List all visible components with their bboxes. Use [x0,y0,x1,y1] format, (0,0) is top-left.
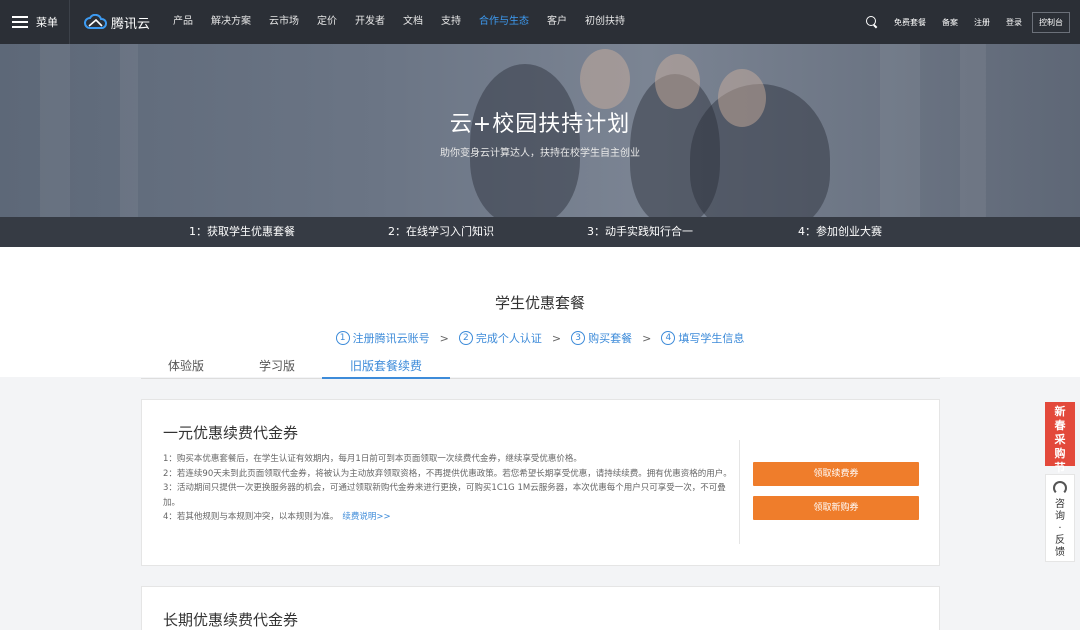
program-step-3[interactable]: 3：动手实践知行合一 [587,217,693,247]
tab-legacy-renewal[interactable]: 旧版套餐续费 [322,355,450,379]
flow-step-label: 注册腾讯云账号 [352,332,430,345]
banner-person-figure [470,64,580,217]
nav-item-pricing[interactable]: 定价 [308,0,346,44]
promo-char: 春 [1054,419,1066,432]
consult-feedback-button[interactable]: 咨 询 · 反 馈 [1045,474,1075,562]
flow-step-number: 4 [661,331,676,345]
login-link[interactable]: 登录 [1006,17,1022,28]
nav-item-solutions[interactable]: 解决方案 [202,0,260,44]
logo[interactable]: 腾讯云 [84,13,150,32]
feedback-char: 反 [1055,535,1065,546]
nav-item-developers[interactable]: 开发者 [346,0,394,44]
flow-step-number: 3 [571,331,586,345]
logo-text: 腾讯云 [111,16,151,32]
promo-char: 采 [1054,433,1066,446]
spring-sale-float-button[interactable]: 新 春 采 购 节 [1045,402,1075,474]
program-step-4[interactable]: 4：参加创业大赛 [798,217,882,247]
record-link[interactable]: 备案 [942,17,958,28]
rules-text: 1：购买本优惠套餐后，在学生认证有效期内，每月1日前可到本页面领取一次续费代金券… [163,452,733,525]
feedback-char: 咨 [1055,499,1065,510]
claim-renewal-voucher-button[interactable]: 领取续费券 [753,462,919,486]
feedback-char: · [1058,523,1062,534]
long-term-voucher-card: 长期优惠续费代金券 [141,586,940,630]
flow-step-number: 2 [458,331,473,345]
nav-item-docs[interactable]: 文档 [394,0,432,44]
flow-step-purchase[interactable]: 3 购买套餐 [571,330,632,346]
package-tabs: 体验版 学习版 旧版套餐续费 [141,355,940,379]
main-menu: 产品 解决方案 云市场 定价 开发者 文档 支持 合作与生态 客户 初创扶持 [164,0,634,44]
top-navbar: 菜单 腾讯云 产品 解决方案 云市场 定价 开发者 文档 支持 合作与生态 客户… [0,0,1080,44]
banner-title: 云+校园扶持计划 [449,112,631,137]
promo-char: 节 [1054,461,1066,474]
console-button[interactable]: 控制台 [1032,11,1070,33]
headset-icon [1053,481,1067,495]
promo-char: 新 [1054,405,1066,418]
feedback-char: 馈 [1055,547,1065,558]
nav-right: 免费套餐 备案 注册 登录 控制台 [866,0,1070,44]
card-title: 长期优惠续费代金券 [163,611,299,629]
nav-item-products[interactable]: 产品 [164,0,202,44]
banner-person-figure [580,49,630,109]
program-step-1[interactable]: 1：获取学生优惠套餐 [189,217,295,247]
tab-trial[interactable]: 体验版 [167,355,205,377]
rule-item: 3：活动期间只提供一次更换服务器的机会，可通过领取新购代金券来进行更换，可购买1… [163,483,726,508]
cloud-logo-icon [84,14,108,29]
menu-label: 菜单 [36,16,58,29]
chevron-right-icon: > [439,331,449,345]
flow-step-label: 完成个人认证 [475,332,542,345]
flow-step-label: 购买套餐 [588,332,633,345]
hamburger-icon [12,16,28,28]
renewal-info-link[interactable]: 续费说明>> [342,512,390,522]
divider [739,440,740,544]
tab-learning[interactable]: 学习版 [257,355,297,377]
program-step-2[interactable]: 2：在线学习入门知识 [388,217,494,247]
signup-flow: 1 注册腾讯云账号 > 2 完成个人认证 > 3 购买套餐 > 4 填写学生信息 [0,330,1080,346]
nav-item-customers[interactable]: 客户 [538,0,576,44]
nav-item-startup[interactable]: 初创扶持 [576,0,634,44]
chevron-right-icon: > [551,331,562,345]
rule-item: 2：若连续90天未到此页面领取代金券，将被认为主动放弃领取资格，不再提供优惠政策… [163,468,732,479]
flow-step-label: 填写学生信息 [678,332,745,345]
nav-item-marketplace[interactable]: 云市场 [260,0,308,44]
promo-char: 购 [1054,447,1066,460]
section-title: 学生优惠套餐 [494,294,585,312]
banner-person-figure [655,54,700,109]
flow-step-register[interactable]: 1 注册腾讯云账号 [335,330,430,346]
search-icon[interactable] [866,16,878,28]
free-package-link[interactable]: 免费套餐 [894,17,926,28]
claim-new-voucher-button[interactable]: 领取新购券 [753,496,919,520]
rule-item-last: 4：若其他规则与本规则冲突，以本规则为准。 续费说明>> [163,510,733,525]
flow-step-verify[interactable]: 2 完成个人认证 [458,330,542,346]
menu-button[interactable]: 菜单 [0,0,70,44]
chevron-right-icon: > [642,331,652,345]
nav-item-partners[interactable]: 合作与生态 [470,0,538,44]
rule-item: 1：购买本优惠套餐后，在学生认证有效期内，每月1日前可到本页面领取一次续费代金券… [163,454,582,464]
program-steps-bar: 1：获取学生优惠套餐 2：在线学习入门知识 3：动手实践知行合一 4：参加创业大… [0,217,1080,247]
rule-text: 4：若其他规则与本规则冲突，以本规则为准。 [163,512,339,522]
flow-step-student-info[interactable]: 4 填写学生信息 [661,330,744,346]
flow-step-number: 1 [335,331,350,345]
hero-banner: 云+校园扶持计划 助你变身云计算达人，扶持在校学生自主创业 [0,44,1080,217]
renewal-voucher-card: 一元优惠续费代金券 1：购买本优惠套餐后，在学生认证有效期内，每月1日前可到本页… [141,399,940,566]
register-link[interactable]: 注册 [974,17,990,28]
nav-item-support[interactable]: 支持 [432,0,470,44]
card-title: 一元优惠续费代金券 [163,424,299,442]
banner-subtitle: 助你变身云计算达人，扶持在校学生自主创业 [440,148,640,159]
feedback-char: 询 [1055,511,1065,522]
